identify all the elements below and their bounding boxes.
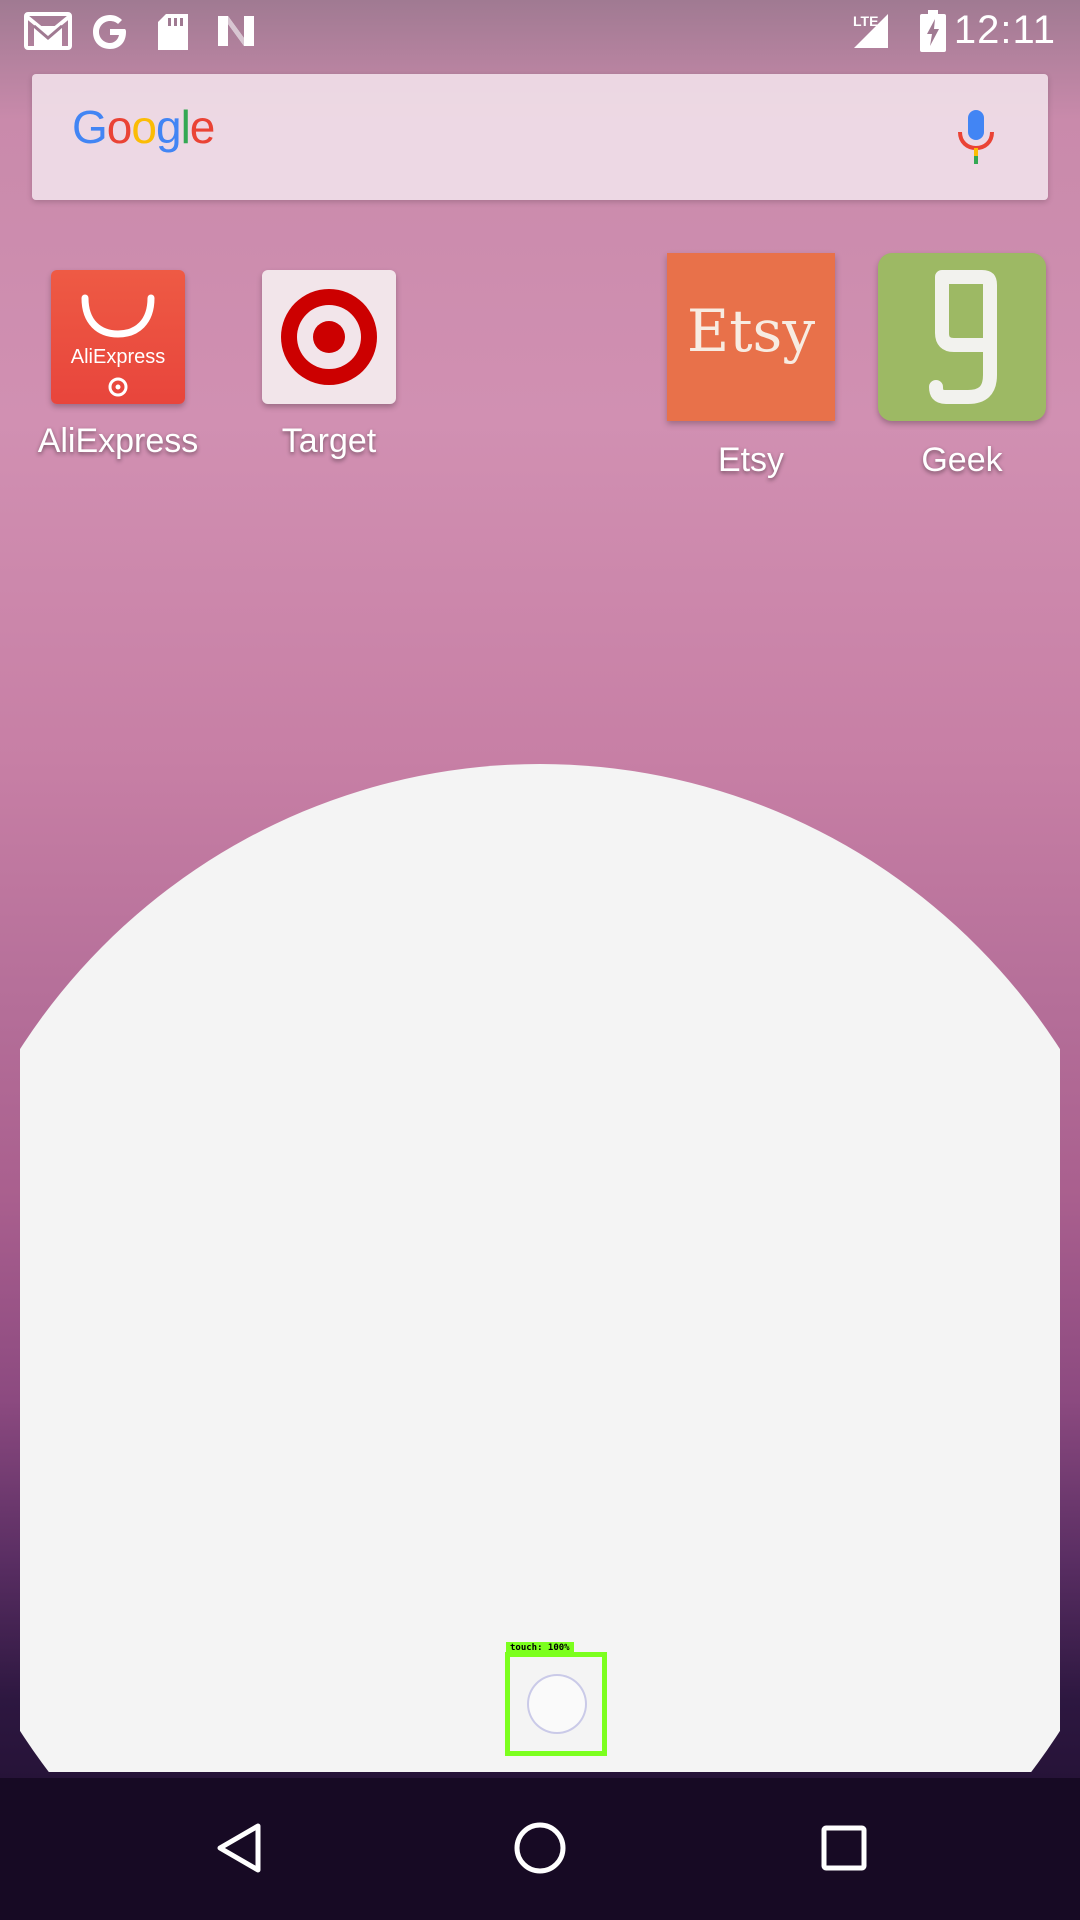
- lte-signal-icon: LTE: [853, 13, 888, 48]
- target-icon: [262, 270, 396, 404]
- app-label: Geek: [921, 441, 1003, 479]
- google-search-bar[interactable]: Google: [32, 74, 1048, 200]
- aliexpress-icon: AliExpress: [51, 270, 185, 404]
- app-geek[interactable]: Geek: [867, 253, 1057, 480]
- app-label: Target: [281, 422, 377, 460]
- battery-charging-icon: [920, 10, 946, 52]
- google-logo-letter: o: [106, 101, 133, 153]
- touch-point: [527, 1674, 587, 1734]
- geek-icon: [878, 253, 1046, 421]
- back-icon[interactable]: [210, 1818, 270, 1878]
- google-logo: Google: [72, 100, 216, 154]
- status-bar: LTE 12:11: [0, 0, 1080, 63]
- aliexpress-icon-text: AliExpress: [70, 346, 166, 368]
- clock: 12:11: [953, 8, 1056, 52]
- google-logo-letter: e: [189, 101, 216, 153]
- mic-icon[interactable]: [956, 108, 996, 166]
- home-screen: LTE 12:11 Google AliExpress AliExpress T…: [0, 0, 1080, 1920]
- google-logo-letter: G: [72, 101, 108, 153]
- home-icon[interactable]: [510, 1818, 570, 1878]
- etsy-icon: Etsy: [667, 253, 835, 421]
- recents-icon[interactable]: [814, 1818, 874, 1878]
- google-logo-letter: l: [180, 101, 191, 153]
- google-logo-letter: o: [131, 101, 157, 153]
- app-label: AliExpress: [37, 422, 199, 460]
- app-label: Etsy: [717, 441, 785, 479]
- touch-overlay-circle: [20, 764, 1060, 1772]
- touch-indicator-label: touch: 100%: [506, 1642, 574, 1655]
- network-label: LTE: [853, 13, 878, 29]
- n-icon: [218, 16, 254, 46]
- etsy-icon-text: Etsy: [686, 297, 816, 365]
- app-target[interactable]: Target: [234, 256, 424, 461]
- google-icon: [93, 15, 126, 49]
- gmail-icon: [24, 12, 72, 50]
- navigation-bar: [0, 1778, 1080, 1920]
- app-etsy[interactable]: Etsy Etsy: [656, 253, 846, 480]
- app-aliexpress[interactable]: AliExpress AliExpress: [23, 256, 213, 461]
- google-logo-letter: g: [155, 101, 182, 153]
- sd-card-icon: [158, 14, 188, 50]
